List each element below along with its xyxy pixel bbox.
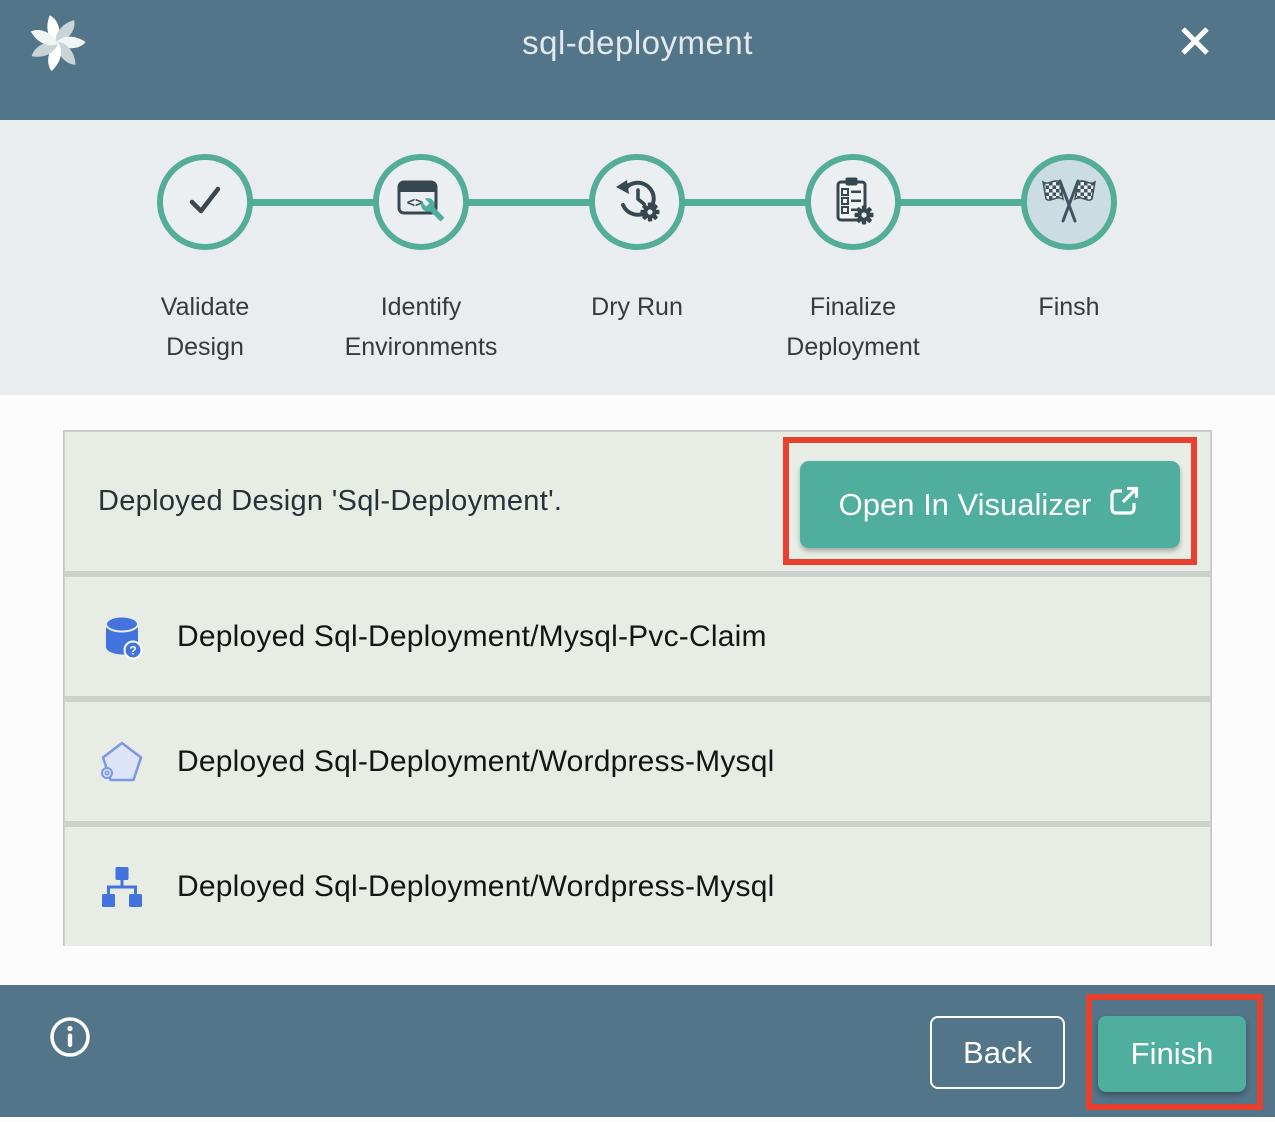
step-label-validate-design: Validate Design: [125, 288, 285, 367]
finish-button[interactable]: Finish: [1098, 1016, 1246, 1092]
info-icon[interactable]: [47, 1015, 93, 1061]
dialog-title: sql-deployment: [0, 24, 1275, 62]
svg-text:?: ?: [129, 643, 136, 657]
external-link-icon: [1107, 484, 1141, 526]
check-icon: [182, 177, 228, 228]
database-icon: ?: [98, 613, 146, 661]
dialog-header: sql-deployment: [0, 0, 1275, 120]
checkered-flags-icon: [1042, 175, 1096, 230]
step-label-finish: Finsh: [989, 288, 1149, 328]
deployed-design-text: Deployed Design 'Sql-Deployment'.: [98, 485, 562, 518]
deployment-result-text: Deployed Sql-Deployment/Wordpress-Mysql: [177, 745, 774, 779]
open-in-visualizer-label: Open In Visualizer: [839, 487, 1092, 523]
dry-run-history-gear-icon: [612, 176, 662, 229]
close-icon[interactable]: [1173, 20, 1217, 64]
step-identify-environments-circle[interactable]: <>: [373, 154, 469, 250]
dialog-footer: Back Finish: [0, 985, 1275, 1117]
deployment-result-text: Deployed Sql-Deployment/Mysql-Pvc-Claim: [177, 620, 767, 654]
step-label-finalize-deployment: Finalize Deployment: [773, 288, 933, 367]
step-dry-run-circle[interactable]: [589, 154, 685, 250]
pentagon-icon: [98, 738, 146, 786]
open-in-visualizer-button[interactable]: Open In Visualizer: [800, 461, 1180, 548]
clipboard-gear-icon: [830, 175, 876, 230]
deployment-wizard-dialog: sql-deployment <>: [0, 0, 1275, 1122]
step-label-dry-run: Dry Run: [557, 288, 717, 328]
step-validate-design-circle[interactable]: [157, 154, 253, 250]
back-button[interactable]: Back: [930, 1016, 1065, 1089]
svg-text:<>: <>: [407, 195, 424, 211]
step-finalize-deployment-circle[interactable]: [805, 154, 901, 250]
workload-tree-icon: [98, 863, 146, 911]
step-label-identify-environments: Identify Environments: [341, 288, 501, 367]
deployment-result-text: Deployed Sql-Deployment/Wordpress-Mysql: [177, 870, 774, 904]
step-finish-circle[interactable]: [1021, 154, 1117, 250]
deployment-result-row: Deployed Sql-Deployment/Wordpress-Mysql: [65, 827, 1210, 946]
code-wrench-icon: <>: [396, 176, 446, 229]
deployment-result-row: ? Deployed Sql-Deployment/Mysql-Pvc-Clai…: [65, 577, 1210, 696]
wizard-stepper: <>: [0, 120, 1275, 395]
deployment-result-row: Deployed Sql-Deployment/Wordpress-Mysql: [65, 702, 1210, 821]
